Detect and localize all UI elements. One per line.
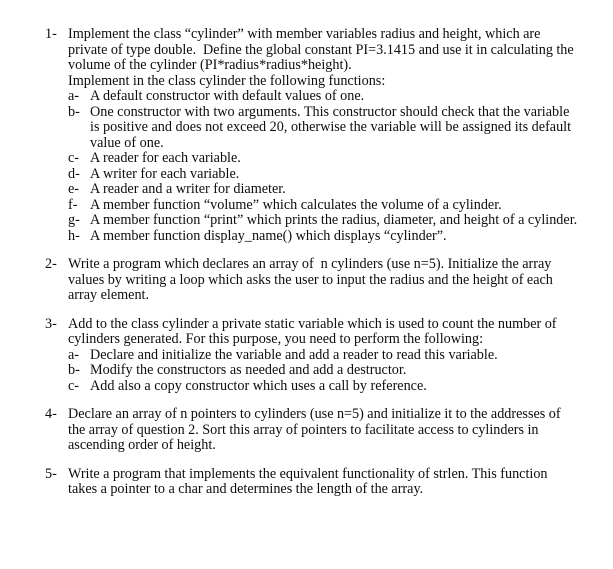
assignment-question-list: 1- Implement the class “cylinder” with me…	[45, 26, 580, 498]
question-block: 5- Write a program that implements the eq…	[45, 465, 580, 498]
subitem-text: Declare and initialize the variable and …	[90, 346, 498, 363]
question-block: 1- Implement the class “cylinder” with me…	[45, 26, 580, 245]
subitem-text: Modify the constructors as needed and ad…	[90, 362, 407, 378]
question-header: 1- Implement the class “cylinder” with me…	[45, 26, 580, 89]
subitem-text: A member function “volume” which calcula…	[90, 196, 502, 213]
subitem-marker: c-	[68, 377, 80, 394]
subitem-marker: c-	[68, 150, 80, 166]
question-header: 2- Write a program which declares an arra…	[45, 256, 580, 304]
subitem-text: A member function “print” which prints t…	[90, 212, 578, 228]
question-block: 2- Write a program which declares an arra…	[45, 256, 580, 304]
subitem-marker: h-	[68, 227, 80, 244]
question-text: Write a program which declares an array …	[68, 256, 557, 303]
question-subitem: a- Declare and initialize the variable an…	[68, 346, 580, 364]
subitem-text: One constructor with two arguments. This…	[90, 103, 575, 151]
subitem-text: A member function display_name() which d…	[90, 227, 447, 244]
subitem-text: A writer for each variable.	[90, 165, 240, 182]
subitem-marker: b-	[68, 362, 80, 378]
question-subitem-list: a- A default constructor with default val…	[45, 88, 580, 245]
subitem-marker: a-	[68, 346, 80, 363]
question-header: 5- Write a program that implements the eq…	[45, 465, 580, 498]
question-text: Write a program that implements the equi…	[68, 465, 551, 497]
question-subitem: b- Modify the constructors as needed and …	[68, 362, 580, 379]
subitem-marker: g-	[68, 212, 80, 228]
question-marker: 5-	[45, 465, 57, 482]
question-header: 3- Add to the class cylinder a private st…	[45, 315, 580, 348]
question-marker: 4-	[45, 406, 57, 422]
question-subitem-list: a- Declare and initialize the variable an…	[45, 346, 580, 395]
question-text: Implement the class “cylinder” with memb…	[68, 26, 574, 89]
subitem-marker: f-	[68, 196, 78, 213]
question-marker: 2-	[45, 256, 57, 272]
question-subitem: c- A reader for each variable.	[68, 150, 580, 167]
subitem-marker: a-	[68, 88, 80, 104]
question-header: 4- Declare an array of n pointers to cyli…	[45, 406, 580, 454]
question-block: 3- Add to the class cylinder a private st…	[45, 315, 580, 395]
subitem-text: A reader for each variable.	[90, 150, 241, 166]
question-subitem: h- A member function display_name() which…	[68, 227, 580, 245]
subitem-text: A reader and a writer for diameter.	[90, 181, 286, 197]
subitem-text: A default constructor with default value…	[90, 88, 365, 104]
subitem-marker: d-	[68, 165, 80, 182]
question-marker: 1-	[45, 26, 57, 42]
question-subitem: d- A writer for each variable.	[68, 165, 580, 183]
question-subitem: b- One constructor with two arguments. Th…	[68, 103, 580, 152]
question-subitem: g- A member function “print” which prints…	[68, 212, 580, 229]
question-subitem: e- A reader and a writer for diameter.	[68, 181, 580, 198]
subitem-marker: b-	[68, 103, 80, 120]
document-page: 1- Implement the class “cylinder” with me…	[0, 0, 613, 569]
question-text: Declare an array of n pointers to cylind…	[68, 406, 564, 453]
question-block: 4- Declare an array of n pointers to cyli…	[45, 406, 580, 454]
subitem-marker: e-	[68, 181, 80, 197]
question-subitem: f- A member function “volume” which calcu…	[68, 196, 580, 214]
question-subitem: c- Add also a copy constructor which uses…	[68, 377, 580, 395]
question-text: Add to the class cylinder a private stat…	[68, 315, 560, 347]
question-marker: 3-	[45, 315, 57, 332]
subitem-text: Add also a copy constructor which uses a…	[90, 377, 427, 394]
question-subitem: a- A default constructor with default val…	[68, 88, 580, 105]
